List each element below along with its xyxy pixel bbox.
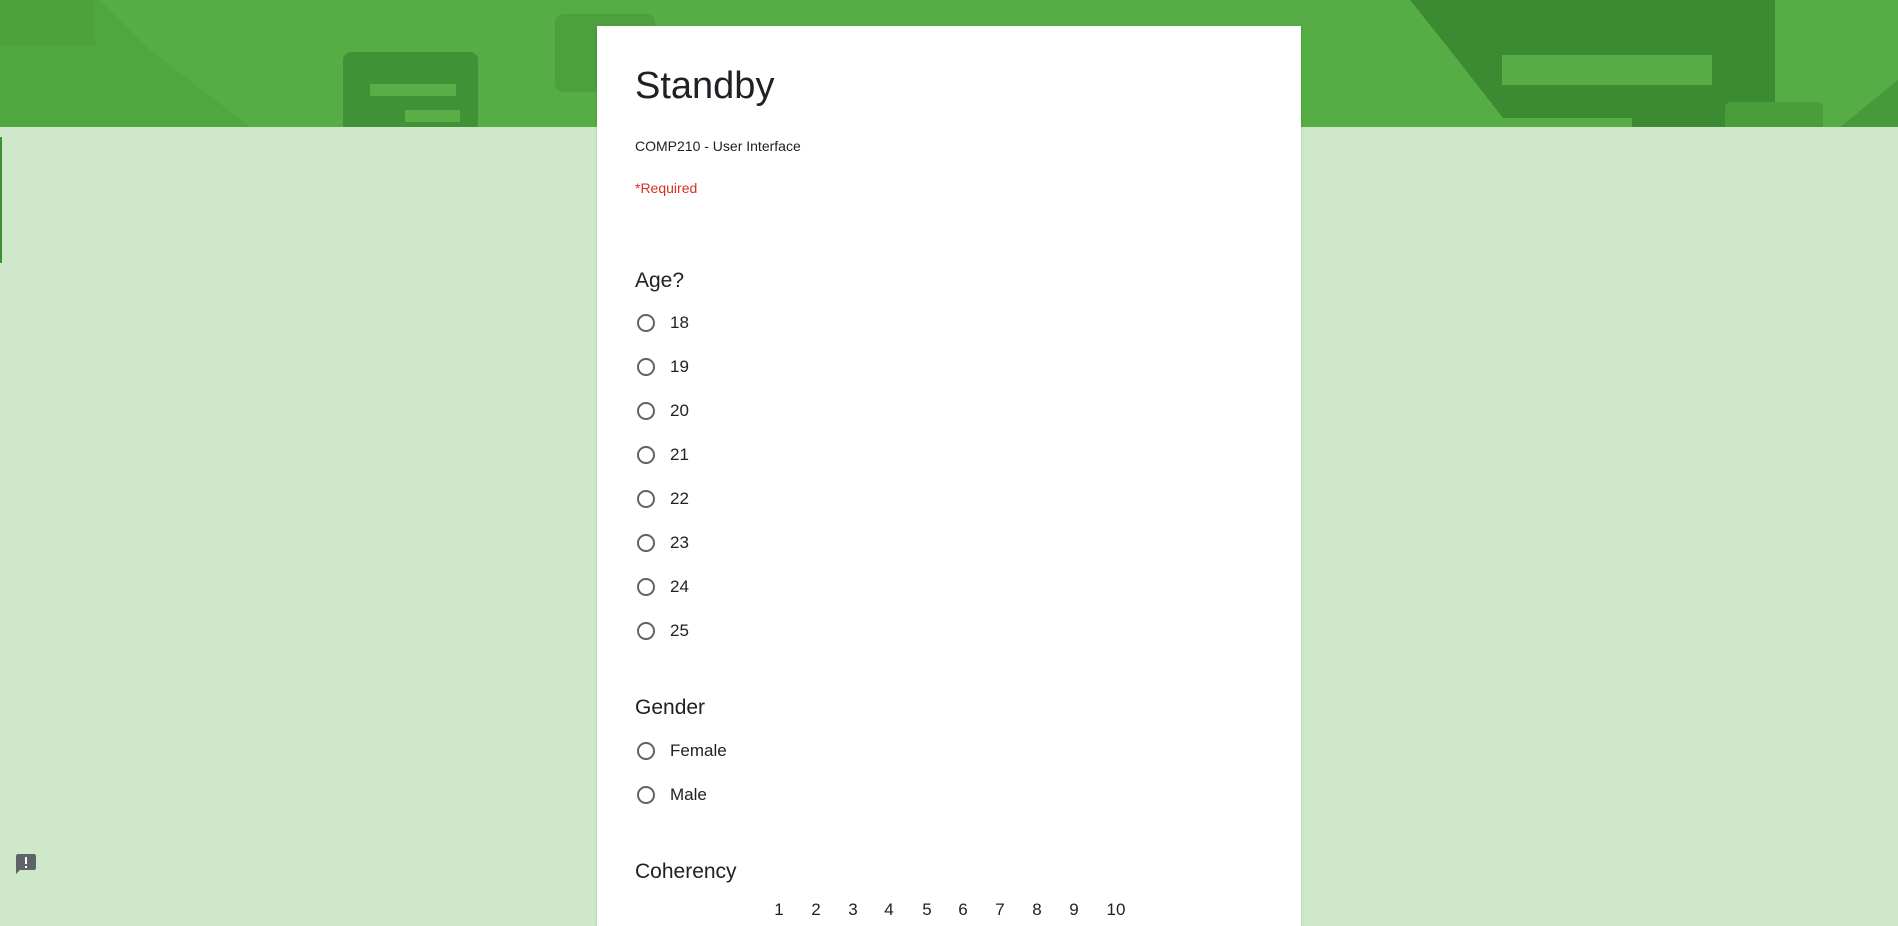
option-label: 24 [670, 577, 689, 596]
scale-label-4: 4 [884, 900, 894, 919]
option-age-19[interactable]: 19 [635, 354, 689, 380]
radio-unchecked-icon[interactable] [635, 576, 657, 598]
option-age-21[interactable]: 21 [635, 442, 689, 468]
scale-label-6: 6 [958, 900, 968, 919]
question-title-age: Age? [635, 269, 685, 292]
radio-unchecked-icon[interactable] [635, 532, 657, 554]
form-card: Standby COMP210 - User Interface *Requir… [597, 26, 1301, 926]
radio-unchecked-icon[interactable] [635, 400, 657, 422]
report-feedback-icon[interactable] [14, 852, 38, 876]
option-label: 20 [670, 401, 689, 420]
scale-label-2: 2 [811, 900, 821, 919]
scale-label-8: 8 [1032, 900, 1042, 919]
option-label: Male [670, 785, 707, 804]
option-label: 21 [670, 445, 689, 464]
option-age-22[interactable]: 22 [635, 486, 689, 512]
scale-label-5: 5 [922, 900, 932, 919]
option-gender-female[interactable]: Female [635, 738, 727, 764]
scale-label-9: 9 [1069, 900, 1079, 919]
option-age-25[interactable]: 25 [635, 618, 689, 644]
radio-unchecked-icon[interactable] [635, 784, 657, 806]
required-note: *Required [635, 180, 698, 196]
option-label: Female [670, 741, 727, 760]
option-age-20[interactable]: 20 [635, 398, 689, 424]
option-gender-male[interactable]: Male [635, 782, 707, 808]
linear-scale: 1 2 3 4 5 6 7 8 9 10 [597, 900, 1301, 924]
question-title-coherency: Coherency [635, 860, 737, 883]
radio-unchecked-icon[interactable] [635, 312, 657, 334]
left-edge-accent [0, 137, 2, 263]
option-label: 22 [670, 489, 689, 508]
radio-unchecked-icon[interactable] [635, 488, 657, 510]
option-label: 18 [670, 313, 689, 332]
option-label: 25 [670, 621, 689, 640]
radio-unchecked-icon[interactable] [635, 740, 657, 762]
option-label: 23 [670, 533, 689, 552]
scale-label-3: 3 [848, 900, 858, 919]
radio-unchecked-icon[interactable] [635, 620, 657, 642]
option-age-18[interactable]: 18 [635, 310, 689, 336]
option-age-24[interactable]: 24 [635, 574, 689, 600]
radio-unchecked-icon[interactable] [635, 444, 657, 466]
form-title: Standby [635, 65, 775, 107]
option-label: 19 [670, 357, 689, 376]
option-age-23[interactable]: 23 [635, 530, 689, 556]
question-title-gender: Gender [635, 696, 706, 719]
scale-label-10: 10 [1106, 900, 1126, 919]
form-description: COMP210 - User Interface [635, 138, 801, 154]
scale-label-7: 7 [995, 900, 1005, 919]
radio-unchecked-icon[interactable] [635, 356, 657, 378]
scale-label-1: 1 [774, 900, 784, 919]
